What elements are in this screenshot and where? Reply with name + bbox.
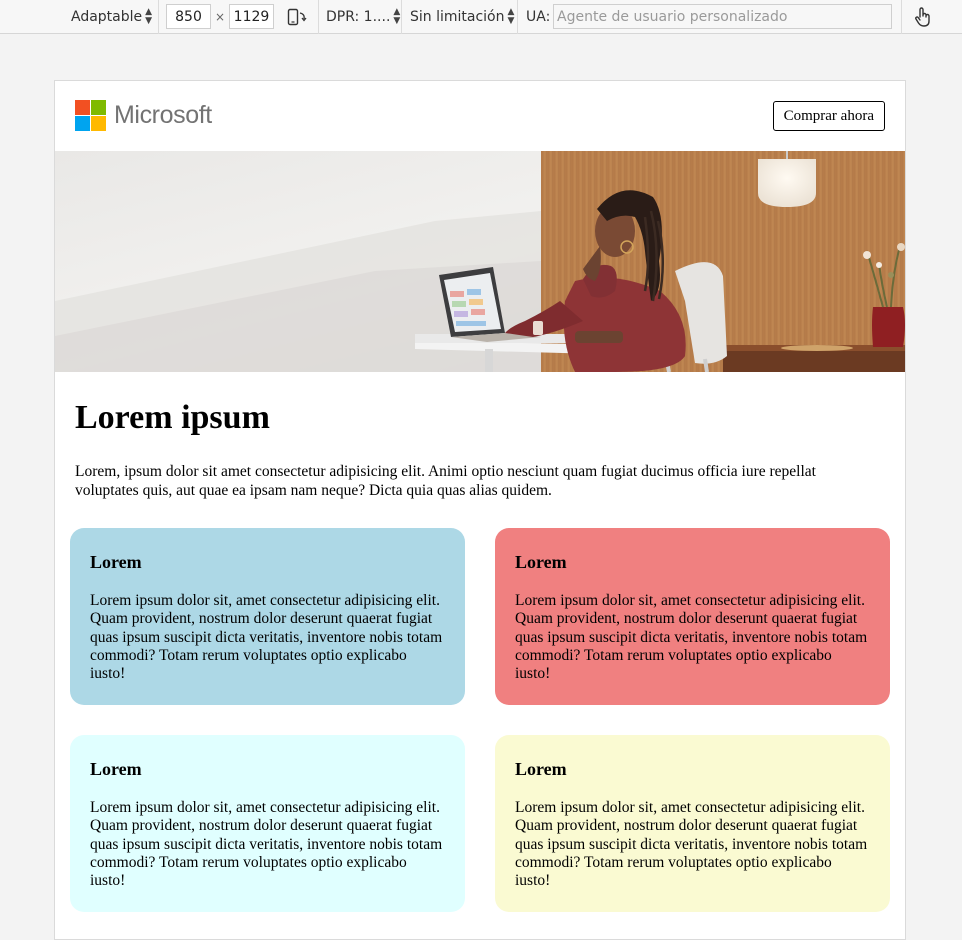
select-arrows-icon: ▲ ▼ xyxy=(507,7,515,26)
hero-image xyxy=(55,151,905,372)
dimension-separator: × xyxy=(215,10,226,24)
dpr-select[interactable]: DPR: 1.... ▲ ▼ xyxy=(326,0,400,34)
toolbar-divider xyxy=(901,0,902,34)
info-card: Lorem Lorem ipsum dolor sit, amet consec… xyxy=(70,528,465,705)
info-card: Lorem Lorem ipsum dolor sit, amet consec… xyxy=(495,528,890,705)
card-title: Lorem xyxy=(515,759,567,779)
intro-paragraph: Lorem, ipsum dolor sit amet consectetur … xyxy=(75,463,816,499)
windows-logo-icon xyxy=(75,100,106,131)
ua-label: UA: xyxy=(526,9,551,25)
viewport-height-input[interactable]: 1129 xyxy=(229,4,274,29)
user-agent-input[interactable]: Agente de usuario personalizado xyxy=(553,4,892,29)
info-card: Lorem Lorem ipsum dolor sit, amet consec… xyxy=(495,735,890,912)
throttling-label: Sin limitación xyxy=(410,9,505,25)
card-body: Lorem ipsum dolor sit, amet consectetur … xyxy=(90,799,443,890)
emulated-page: Microsoft Comprar ahora Lorem ipsum Lore… xyxy=(54,80,906,940)
page-title: Lorem ipsum xyxy=(75,399,270,436)
buy-now-button[interactable]: Comprar ahora xyxy=(772,101,885,131)
toolbar-divider xyxy=(517,0,518,34)
toolbar-divider xyxy=(401,0,402,34)
toolbar-divider xyxy=(318,0,319,34)
device-mode-label: Adaptable xyxy=(71,9,143,25)
card-body: Lorem ipsum dolor sit, amet consectetur … xyxy=(515,799,868,890)
card-body: Lorem ipsum dolor sit, amet consectetur … xyxy=(515,592,868,683)
viewport-width-input[interactable]: 850 xyxy=(166,4,211,29)
select-arrows-icon: ▲ ▼ xyxy=(145,7,153,26)
microsoft-logo[interactable]: Microsoft xyxy=(75,100,212,131)
device-mode-select[interactable]: Adaptable ▲ ▼ xyxy=(71,0,152,34)
card-title: Lorem xyxy=(515,552,567,572)
touch-hand-icon[interactable] xyxy=(912,0,934,34)
device-toolbar: Adaptable ▲ ▼ 850 × 1129 DPR: 1.... ▲ ▼ Si… xyxy=(0,0,962,34)
card-body: Lorem ipsum dolor sit, amet consectetur … xyxy=(90,592,443,683)
throttling-select[interactable]: Sin limitación ▲ ▼ xyxy=(410,0,514,34)
select-arrows-icon: ▲ ▼ xyxy=(393,7,401,26)
brand-name: Microsoft xyxy=(114,101,212,129)
info-card: Lorem Lorem ipsum dolor sit, amet consec… xyxy=(70,735,465,912)
card-title: Lorem xyxy=(90,759,142,779)
card-title: Lorem xyxy=(90,552,142,572)
toolbar-divider xyxy=(158,0,159,34)
rotate-icon[interactable] xyxy=(286,0,308,34)
dpr-label: DPR: 1.... xyxy=(326,9,391,25)
